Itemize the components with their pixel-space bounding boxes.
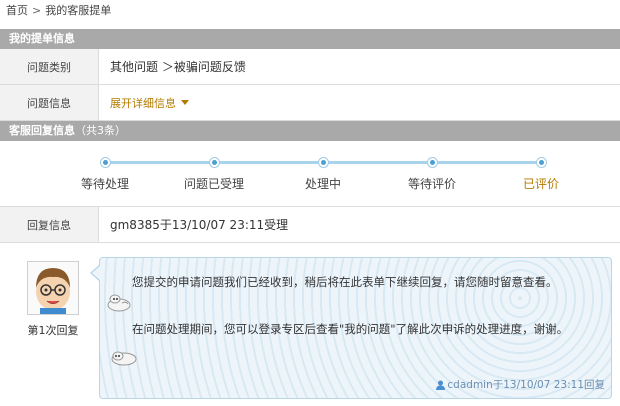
progress-step-label: 等待处理 xyxy=(80,177,129,191)
reply-message-line: 在问题处理期间，您可以登录专区后查看"我的问题"了解此次申诉的处理进度，谢谢。 xyxy=(132,322,569,336)
ticket-section-header: 我的提单信息 xyxy=(0,29,620,49)
reply-info-label: 回复信息 xyxy=(0,207,99,242)
reply-number: 第1次回复 xyxy=(27,324,79,337)
reply-message-line: 您提交的申请问题我们已经收到，稍后将在此表单下继续回复，请您随时留意查看。 xyxy=(132,275,558,289)
bubble-tail-inner xyxy=(92,266,100,280)
info-label: 问题信息 xyxy=(0,85,99,120)
progress-dot-3 xyxy=(318,157,329,168)
emoticon-icon xyxy=(107,294,131,312)
reply-section-header: 客服回复信息（共3条） xyxy=(0,121,620,141)
expand-details-label: 展开详细信息 xyxy=(110,96,176,110)
avatar xyxy=(27,261,79,315)
emoticon-icon xyxy=(111,351,137,366)
category-row: 问题类别 其他问题 ＞被骗问题反馈 xyxy=(0,49,620,85)
category-label: 问题类别 xyxy=(0,49,99,84)
reply-signature-text: cdadmin于13/10/07 23:11回复 xyxy=(447,379,605,391)
progress-dot-1 xyxy=(100,157,111,168)
ticket-section-title: 我的提单信息 xyxy=(9,32,75,45)
avatar-face-icon xyxy=(28,262,78,314)
breadcrumb-current: 我的客服提单 xyxy=(45,4,112,17)
progress-step-label: 处理中 xyxy=(304,177,341,191)
user-icon xyxy=(436,380,446,390)
progress-dot-2 xyxy=(209,157,220,168)
reply-section-title: 客服回复信息 xyxy=(9,124,75,137)
progress-tracker: 等待处理 问题已受理 处理中 等待评价 已评价 xyxy=(0,142,620,207)
expand-details-button[interactable]: 展开详细信息 xyxy=(110,95,189,111)
progress-step-label-current: 已评价 xyxy=(522,177,559,191)
breadcrumb: 首页 > 我的客服提单 xyxy=(6,2,111,20)
progress-step-label: 问题已受理 xyxy=(183,177,244,191)
reply-signature: cdadmin于13/10/07 23:11回复 xyxy=(436,377,605,392)
breadcrumb-home-link[interactable]: 首页 xyxy=(6,4,28,17)
reply-info-row: 回复信息 gm8385于13/10/07 23:11受理 xyxy=(0,207,620,242)
reply-message-area: 第1次回复 您提交的申请问题我们已经收到，稍后将在此表单下继续回复，请您随时留意… xyxy=(0,242,620,406)
progress-step-label: 等待评价 xyxy=(407,177,456,191)
breadcrumb-separator: > xyxy=(32,4,42,17)
reply-count: （共3条） xyxy=(75,124,126,137)
caret-down-icon xyxy=(181,100,189,105)
info-row: 问题信息 展开详细信息 xyxy=(0,85,620,121)
reply-info-value: gm8385于13/10/07 23:11受理 xyxy=(110,218,289,232)
category-value: 其他问题 ＞被骗问题反馈 xyxy=(110,60,246,74)
progress-dot-5 xyxy=(536,157,547,168)
reply-bubble: 您提交的申请问题我们已经收到，稍后将在此表单下继续回复，请您随时留意查看。 在问… xyxy=(99,257,612,399)
progress-dot-4 xyxy=(427,157,438,168)
